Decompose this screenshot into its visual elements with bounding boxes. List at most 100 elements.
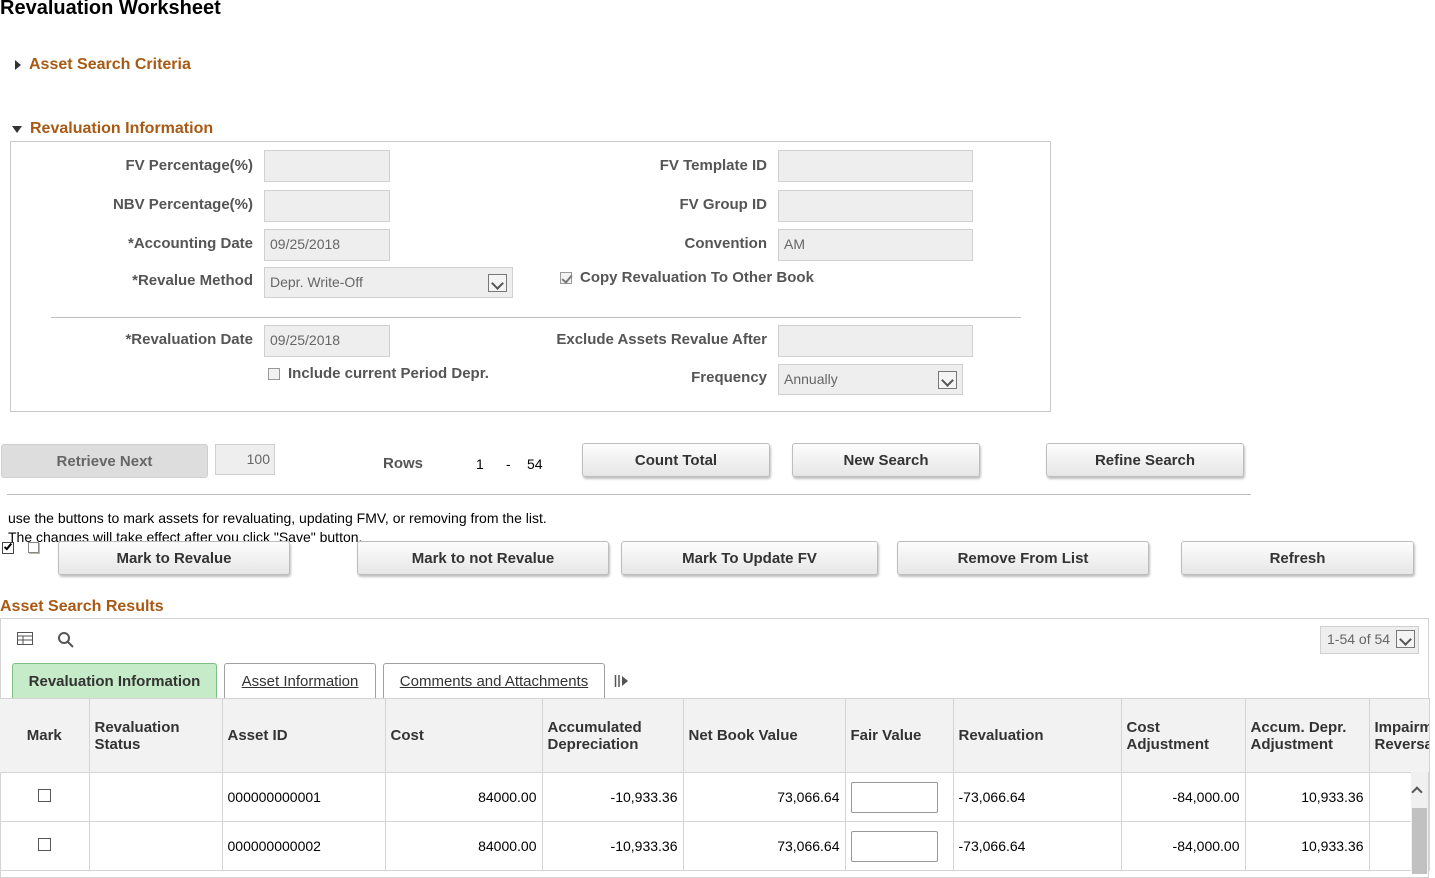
accounting-date-label: *Accounting Date bbox=[127, 235, 253, 252]
cost-cell: 84000.00 bbox=[385, 772, 543, 822]
revaluation-status-cell bbox=[89, 821, 223, 871]
fair-value-cell bbox=[845, 772, 954, 822]
personalize-grid-icon[interactable] bbox=[17, 632, 34, 646]
col-revaluation-status[interactable]: Revaluation Status bbox=[89, 698, 223, 773]
divider bbox=[51, 317, 1021, 318]
revaluation-status-cell bbox=[89, 772, 223, 822]
revaluation-date-label: *Revaluation Date bbox=[125, 331, 253, 348]
revaluation-information-toggle[interactable]: Revaluation Information bbox=[12, 120, 213, 138]
revalue-method-label: *Revalue Method bbox=[132, 272, 253, 289]
accum-depr-cell: -10,933.36 bbox=[542, 821, 684, 871]
collapsed-arrow-icon bbox=[15, 60, 21, 70]
fv-group-id-field[interactable] bbox=[778, 190, 973, 222]
refresh-button[interactable]: Refresh bbox=[1181, 541, 1414, 575]
refine-search-button[interactable]: Refine Search bbox=[1046, 443, 1244, 477]
fv-template-id-field[interactable] bbox=[778, 150, 973, 182]
table-row: 000000000001 84000.00 -10,933.36 73,066.… bbox=[0, 772, 1430, 822]
asset-search-results-label: Asset Search Results bbox=[0, 598, 164, 615]
accum-depr-cell: -10,933.36 bbox=[542, 772, 684, 822]
fv-percentage-field[interactable] bbox=[264, 150, 390, 182]
grid-header-row: Mark Revaluation Status Asset ID Cost Ac… bbox=[0, 698, 1430, 773]
chevron-down-icon bbox=[938, 371, 957, 389]
nbv-cell: 73,066.64 bbox=[683, 821, 846, 871]
mark-cell bbox=[0, 772, 90, 822]
instruction-line-1: use the buttons to mark assets for reval… bbox=[8, 510, 547, 526]
fv-percentage-label: FV Percentage(%) bbox=[125, 157, 253, 174]
deselect-all-icon[interactable] bbox=[28, 542, 39, 553]
mark-to-update-fv-button[interactable]: Mark To Update FV bbox=[621, 541, 878, 575]
col-cost[interactable]: Cost bbox=[385, 698, 543, 773]
convention-field[interactable]: AM bbox=[778, 229, 973, 261]
rows-separator: - bbox=[506, 456, 511, 472]
search-icon[interactable] bbox=[57, 631, 75, 649]
col-accum-depr-adjustment[interactable]: Accum. Depr. Adjustment bbox=[1245, 698, 1370, 773]
tab-revaluation-information[interactable]: Revaluation Information bbox=[12, 663, 217, 699]
table-row: 000000000002 84000.00 -10,933.36 73,066.… bbox=[0, 821, 1430, 871]
count-total-button[interactable]: Count Total bbox=[582, 443, 770, 477]
asset-search-criteria-label: Asset Search Criteria bbox=[29, 56, 191, 73]
new-search-button[interactable]: New Search bbox=[792, 443, 980, 477]
asset-search-criteria-toggle[interactable]: Asset Search Criteria bbox=[15, 56, 191, 74]
chevron-down-icon bbox=[1396, 630, 1415, 648]
nbv-percentage-field[interactable] bbox=[264, 190, 390, 222]
col-accumulated-depreciation[interactable]: Accumulated Depreciation bbox=[542, 698, 684, 773]
revaluation-cell: -73,066.64 bbox=[953, 821, 1122, 871]
accounting-date-field[interactable]: 09/25/2018 bbox=[264, 229, 390, 261]
accum-depr-adjustment-cell: 10,933.36 bbox=[1245, 821, 1370, 871]
tab-asset-information-label: Asset Information bbox=[241, 673, 359, 690]
fair-value-cell bbox=[845, 821, 954, 871]
frequency-label: Frequency bbox=[691, 369, 767, 386]
rows-to: 54 bbox=[527, 456, 543, 472]
chevron-down-icon bbox=[488, 274, 507, 292]
select-all-icon[interactable] bbox=[2, 541, 14, 554]
frequency-select[interactable]: Annually bbox=[778, 364, 963, 395]
mark-checkbox[interactable] bbox=[37, 838, 51, 851]
cost-cell: 84000.00 bbox=[385, 821, 543, 871]
show-all-columns-icon[interactable] bbox=[614, 674, 630, 688]
cost-adjustment-cell: -84,000.00 bbox=[1121, 821, 1246, 871]
revaluation-date-field[interactable]: 09/25/2018 bbox=[264, 325, 390, 357]
col-net-book-value[interactable]: Net Book Value bbox=[683, 698, 846, 773]
page-title: Revaluation Worksheet bbox=[0, 0, 221, 19]
pager-value: 1-54 of 54 bbox=[1327, 631, 1391, 647]
retrieve-count-field[interactable]: 100 bbox=[215, 444, 275, 475]
retrieve-next-button[interactable]: Retrieve Next bbox=[1, 444, 208, 478]
exclude-after-field[interactable] bbox=[778, 325, 973, 357]
pager-select[interactable]: 1-54 of 54 bbox=[1320, 626, 1419, 654]
rows-from: 1 bbox=[476, 456, 484, 472]
copy-revaluation-checkbox[interactable] bbox=[560, 272, 572, 284]
mark-to-revalue-button[interactable]: Mark to Revalue bbox=[58, 541, 290, 575]
accum-depr-adjustment-cell: 10,933.36 bbox=[1245, 772, 1370, 822]
revaluation-information-label: Revaluation Information bbox=[30, 120, 214, 137]
fv-template-id-label: FV Template ID bbox=[659, 157, 767, 174]
mark-to-not-revalue-button[interactable]: Mark to not Revalue bbox=[357, 541, 609, 575]
col-fair-value[interactable]: Fair Value bbox=[845, 698, 954, 773]
fair-value-input[interactable] bbox=[850, 830, 938, 862]
exclude-after-label: Exclude Assets Revalue After bbox=[556, 331, 767, 348]
col-impairment-reversal[interactable]: Impairment Reversal bbox=[1369, 698, 1430, 773]
include-current-period-label: Include current Period Depr. bbox=[288, 365, 489, 382]
col-revaluation[interactable]: Revaluation bbox=[953, 698, 1122, 773]
col-asset-id[interactable]: Asset ID bbox=[222, 698, 386, 773]
fair-value-input[interactable] bbox=[850, 781, 938, 813]
col-mark[interactable]: Mark bbox=[0, 698, 90, 773]
divider bbox=[7, 494, 1251, 495]
mark-cell bbox=[0, 821, 90, 871]
grid-scrollbar-thumb[interactable] bbox=[1412, 808, 1427, 874]
cost-adjustment-cell: -84,000.00 bbox=[1121, 772, 1246, 822]
mark-checkbox[interactable] bbox=[37, 789, 51, 802]
remove-from-list-button[interactable]: Remove From List bbox=[897, 541, 1149, 575]
include-current-period-checkbox[interactable] bbox=[268, 368, 280, 380]
col-cost-adjustment[interactable]: Cost Adjustment bbox=[1121, 698, 1246, 773]
expanded-arrow-icon bbox=[12, 125, 22, 133]
tab-comments-and-attachments[interactable]: Comments and Attachments bbox=[383, 663, 605, 699]
revaluation-cell: -73,066.64 bbox=[953, 772, 1122, 822]
tab-comments-label: Comments and Attachments bbox=[399, 673, 589, 690]
revalue-method-select[interactable]: Depr. Write-Off bbox=[264, 267, 513, 298]
asset-id-cell: 000000000001 bbox=[222, 772, 386, 822]
tab-asset-information[interactable]: Asset Information bbox=[224, 663, 376, 699]
rows-label: Rows bbox=[383, 455, 424, 472]
convention-label: Convention bbox=[684, 235, 768, 252]
frequency-value: Annually bbox=[784, 371, 838, 387]
fv-group-id-label: FV Group ID bbox=[679, 196, 768, 213]
